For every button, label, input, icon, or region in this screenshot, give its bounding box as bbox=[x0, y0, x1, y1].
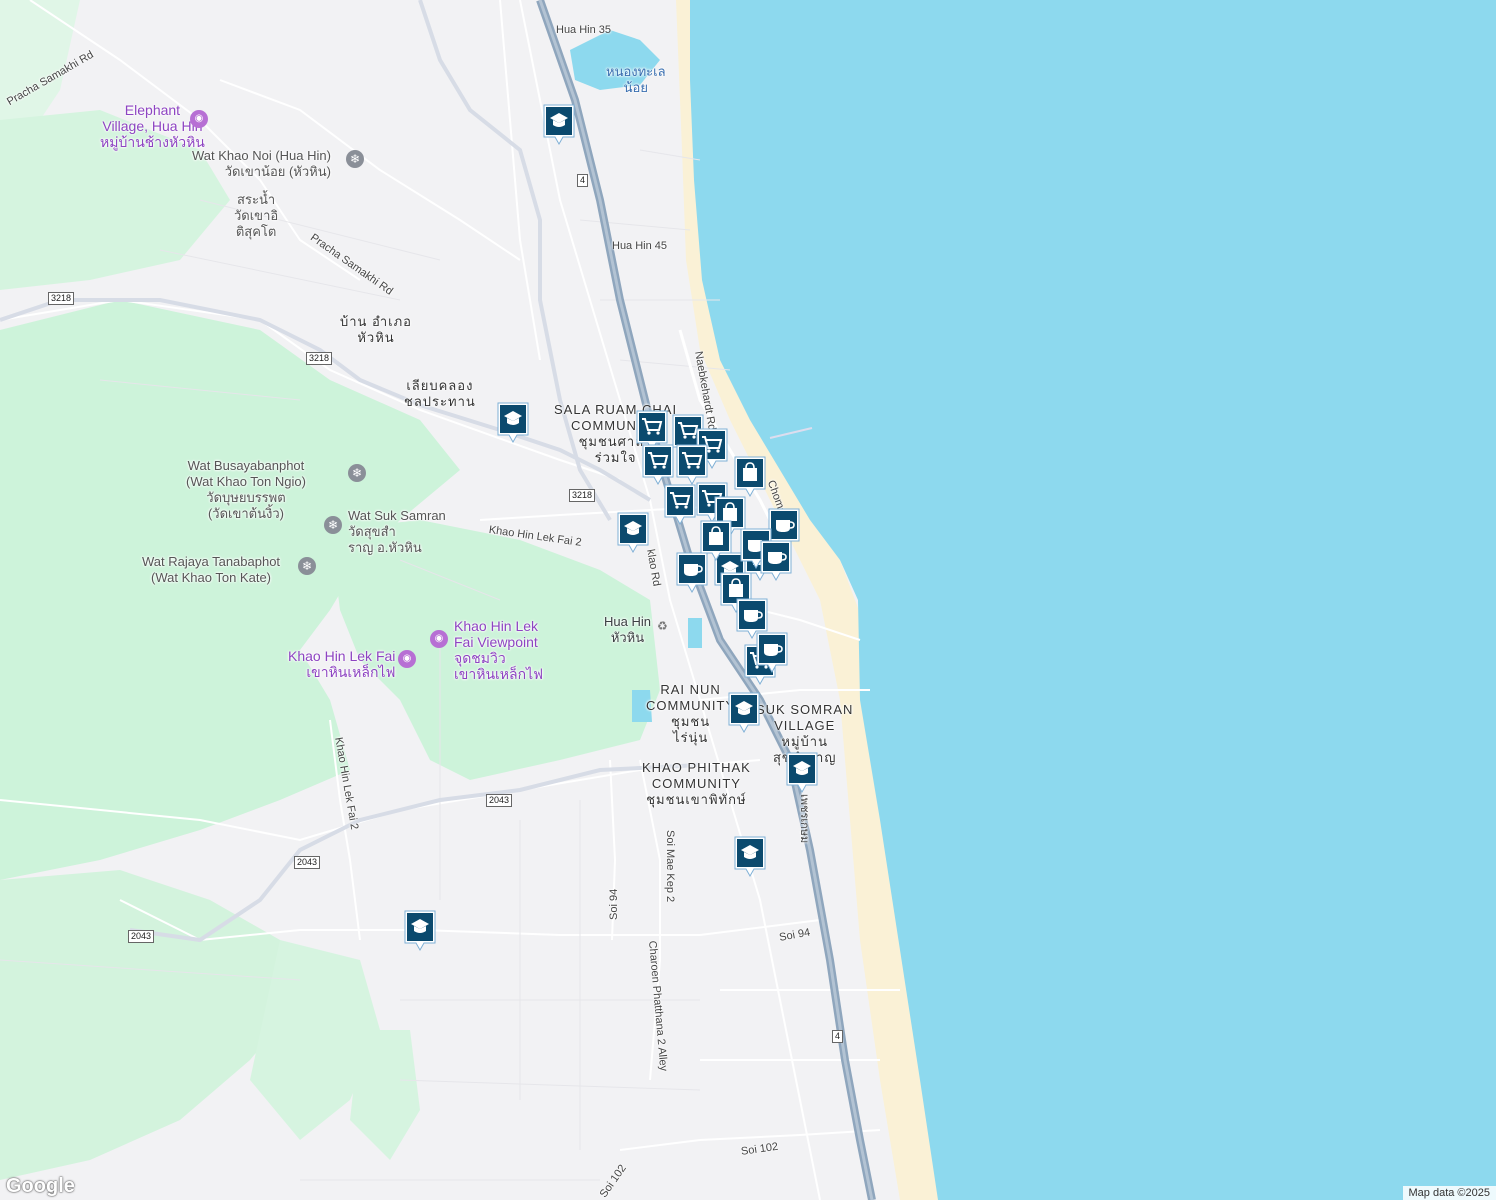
pond-label-2: สระน้ำ วัดเขาอิ ติสุคโต bbox=[234, 192, 279, 239]
temple-icon: ❄ bbox=[348, 464, 366, 482]
viewpoint-label[interactable]: Khao Hin Lek Fai Viewpoint จุดชมวิว เขาห… bbox=[454, 618, 543, 682]
route-shield: 4 bbox=[577, 174, 589, 187]
school-icon bbox=[786, 752, 818, 794]
school-marker[interactable] bbox=[732, 834, 768, 878]
route-shield: 3218 bbox=[306, 352, 333, 365]
area-label: บ้าน อำเภอ หัวหิน bbox=[340, 314, 412, 345]
route-shield: 3218 bbox=[48, 292, 75, 305]
school-icon bbox=[617, 512, 649, 554]
school-marker[interactable] bbox=[495, 400, 531, 444]
shopping-bag-icon bbox=[734, 456, 766, 498]
shopping-bag-marker[interactable] bbox=[732, 454, 768, 498]
pond-label: หนองทะเล น้อย bbox=[606, 64, 666, 95]
map-view[interactable]: Hua Hin 35 Hua Hin 45 Pracha Samakhi Rd … bbox=[0, 0, 1496, 1200]
coffee-cup-icon bbox=[756, 632, 788, 674]
route-shield: 2043 bbox=[128, 930, 155, 943]
coffee-cup-icon bbox=[676, 552, 708, 594]
coffee-cup-marker[interactable] bbox=[754, 630, 790, 674]
shopping-cart-marker[interactable] bbox=[640, 442, 676, 486]
school-marker[interactable] bbox=[402, 908, 438, 952]
coffee-cup-icon bbox=[760, 540, 792, 582]
road-label: Soi Mae Kep 2 bbox=[664, 830, 676, 903]
coffee-cup-marker[interactable] bbox=[674, 550, 710, 594]
google-logo: Google bbox=[6, 1175, 75, 1197]
shopping-cart-marker[interactable] bbox=[662, 482, 698, 526]
city-hall-icon: ♻ bbox=[657, 619, 668, 633]
elephant-village-label[interactable]: Elephant Village, Hua Hin หมู่บ้านช้างหั… bbox=[100, 102, 205, 150]
community-label: RAI NUN COMMUNITY ชุมชน ไร่นุ่น bbox=[646, 682, 736, 745]
route-shield: 2043 bbox=[486, 794, 513, 807]
road-label: Hua Hin 35 bbox=[556, 24, 612, 36]
route-shield: 3218 bbox=[569, 489, 596, 502]
wat-busaya-label[interactable]: Wat Busayabanphot (Wat Khao Ton Ngio) วั… bbox=[186, 458, 306, 522]
wat-khao-noi-label[interactable]: Wat Khao Noi (Hua Hin) วัดเขาน้อย (หัวหิ… bbox=[192, 148, 331, 180]
school-marker[interactable] bbox=[784, 750, 820, 794]
school-marker[interactable] bbox=[726, 690, 762, 734]
wat-rajaya-label[interactable]: Wat Rajaya Tanabaphot (Wat Khao Ton Kate… bbox=[142, 554, 280, 586]
temple-icon: ❄ bbox=[324, 516, 342, 534]
school-marker[interactable] bbox=[541, 102, 577, 146]
temple-icon: ❄ bbox=[346, 150, 364, 168]
map-attribution[interactable]: Map data ©2025 bbox=[1402, 1186, 1496, 1200]
camera-icon: ◉ bbox=[190, 110, 208, 128]
road-label: Soi 94 bbox=[608, 888, 620, 920]
khao-hin-lek-fai-label[interactable]: Khao Hin Lek Fai เขาหินเหล็กไฟ bbox=[288, 648, 395, 680]
road-label: เพชรเกษม bbox=[798, 794, 810, 844]
school-icon bbox=[728, 692, 760, 734]
camera-icon: ◉ bbox=[398, 650, 416, 668]
area-label: เลียบคลอง ชลประทาน bbox=[404, 378, 476, 409]
school-icon bbox=[404, 910, 436, 952]
school-icon bbox=[497, 402, 529, 444]
school-icon bbox=[543, 104, 575, 146]
route-shield: 2043 bbox=[294, 856, 321, 869]
school-marker[interactable] bbox=[615, 510, 651, 554]
route-shield: 4 bbox=[832, 1030, 844, 1043]
wat-suk-samran-label[interactable]: Wat Suk Samran วัดสุขสำ ราญ อ.หัวหิน bbox=[348, 508, 446, 556]
shopping-cart-icon bbox=[664, 484, 696, 526]
camera-icon: ◉ bbox=[430, 630, 448, 648]
community-label: KHAO PHITHAK COMMUNITY ชุมชนเขาพิทักษ์ bbox=[642, 760, 751, 807]
school-icon bbox=[734, 836, 766, 878]
road-label: Hua Hin 45 bbox=[612, 240, 668, 252]
pond-small bbox=[688, 618, 702, 648]
shopping-cart-icon bbox=[642, 444, 674, 486]
temple-icon: ❄ bbox=[298, 557, 316, 575]
coffee-cup-marker[interactable] bbox=[758, 538, 794, 582]
city-label: Hua Hin หัวหิน bbox=[604, 614, 651, 645]
